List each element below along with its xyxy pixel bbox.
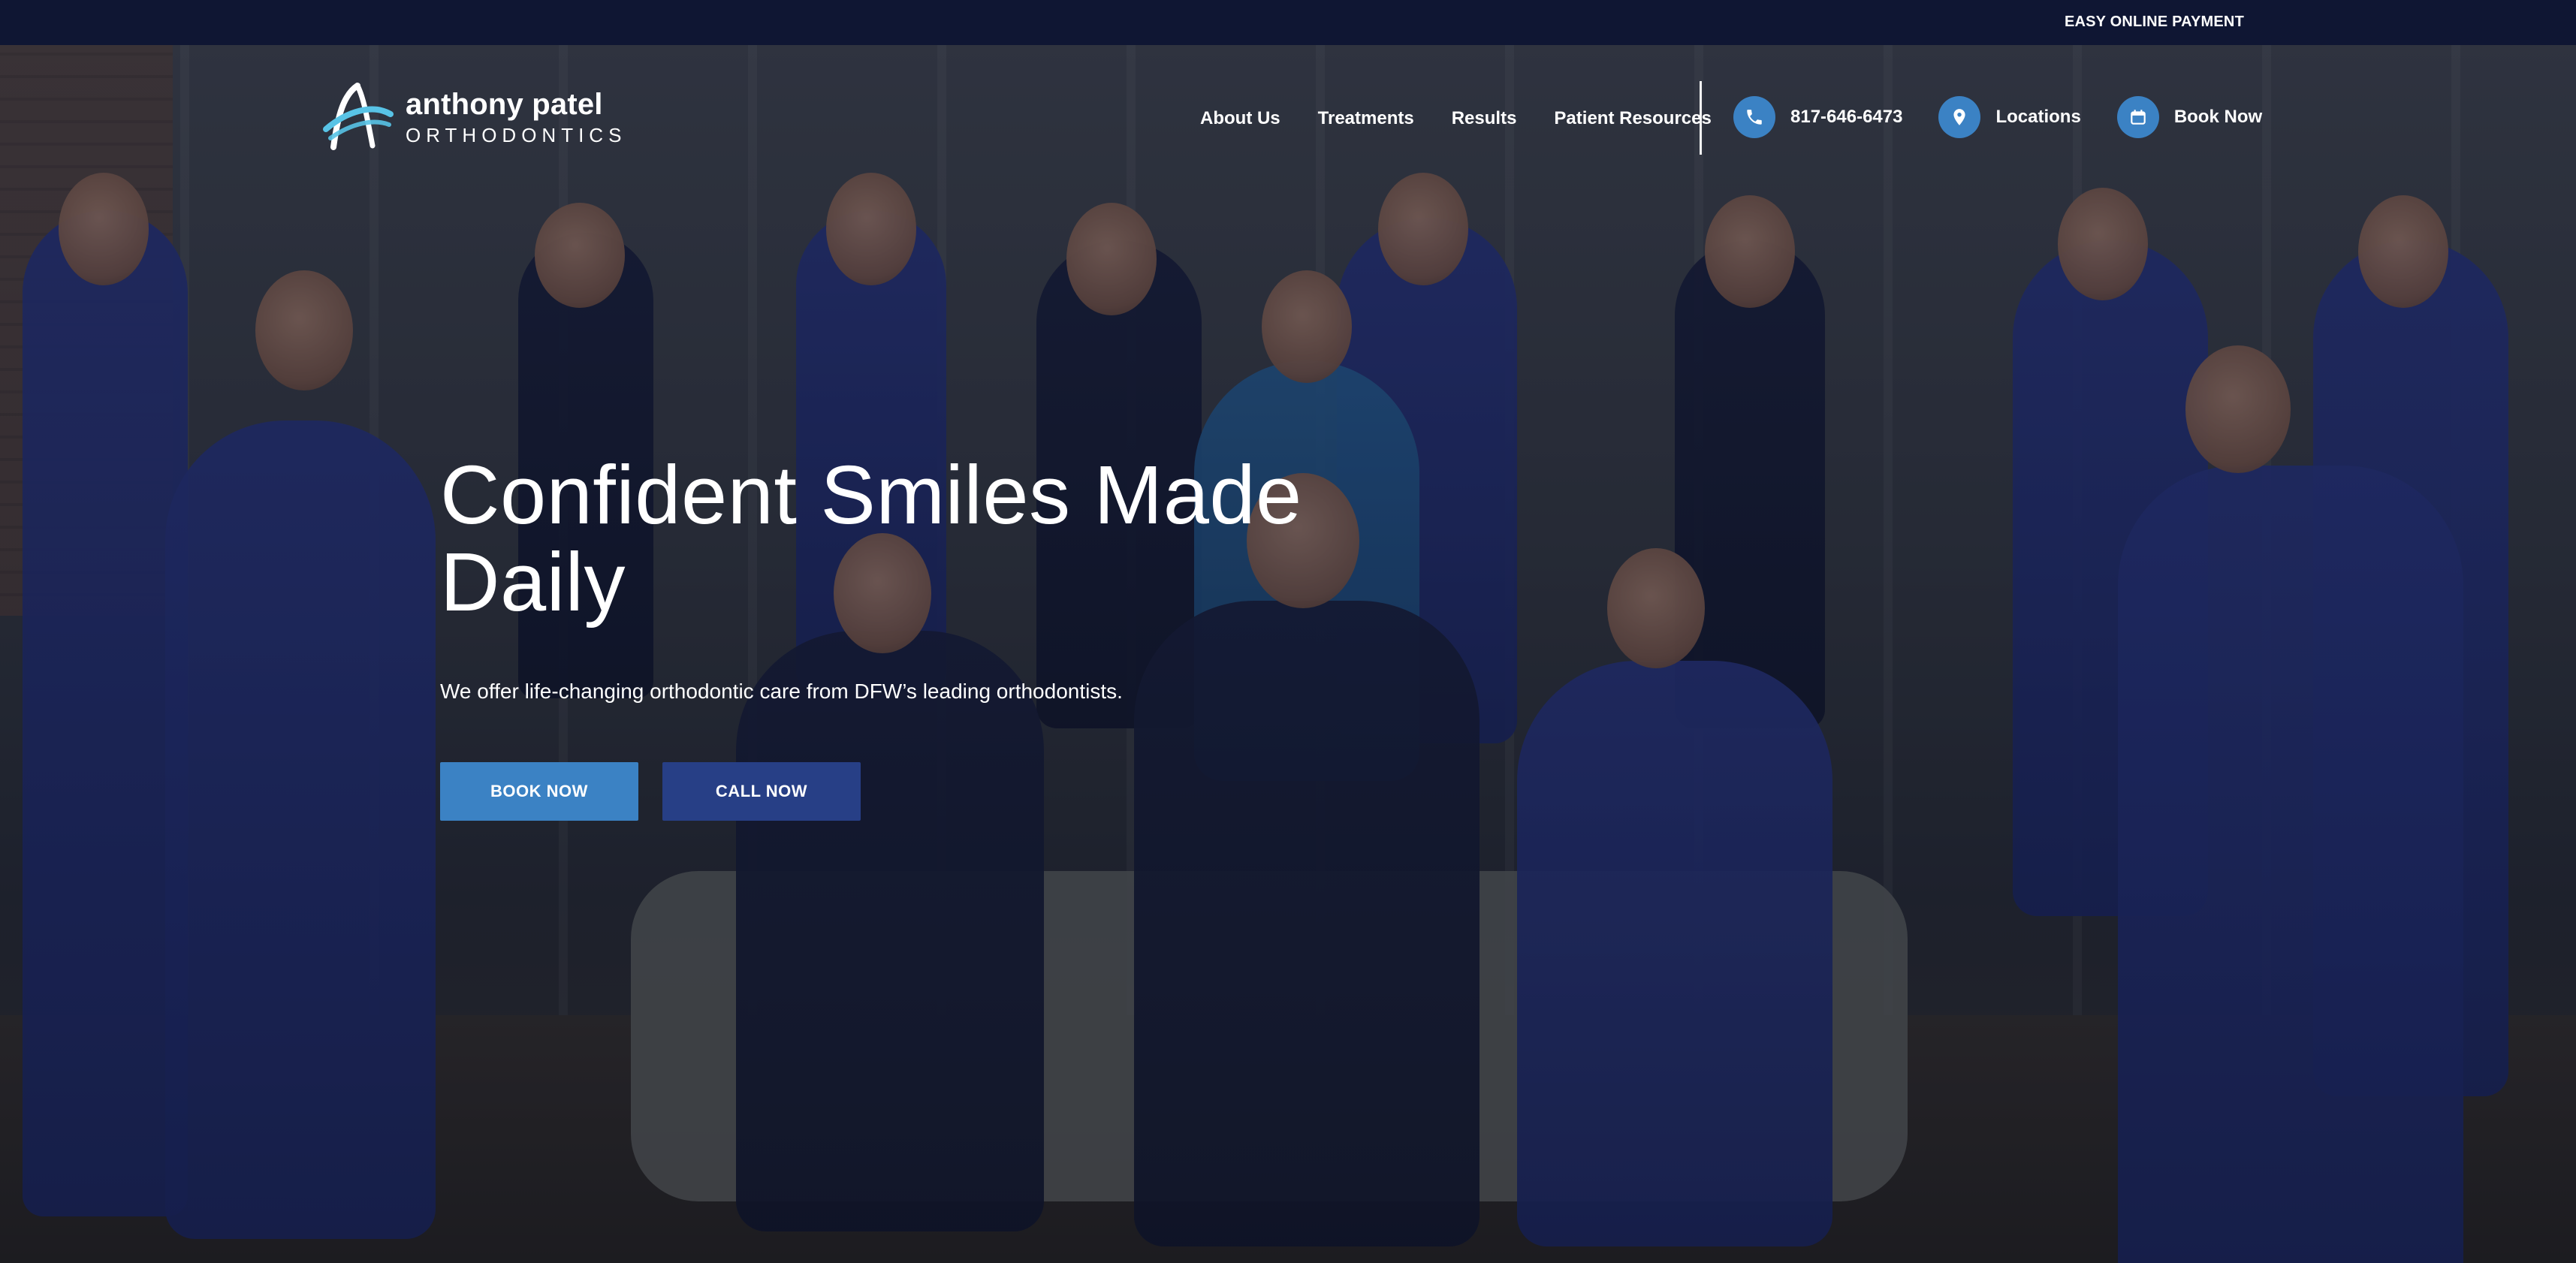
nav-about-us[interactable]: About Us: [1200, 108, 1280, 129]
phone-link[interactable]: 817-646-6473: [1733, 96, 1902, 138]
logo-subtitle: ORTHODONTICS: [406, 124, 627, 146]
locations-label: Locations: [1995, 107, 2081, 127]
nav-divider: [1700, 81, 1702, 155]
hero-title: Confident Smiles Made Daily: [440, 452, 1341, 625]
nav-patient-resources[interactable]: Patient Resources: [1554, 108, 1711, 129]
logo-mark-icon: [323, 83, 394, 150]
site-header: anthony patel ORTHODONTICS About Us Trea…: [0, 45, 2576, 188]
phone-icon: [1733, 96, 1775, 138]
hero-title-line-2: Daily: [440, 535, 626, 628]
main-nav: About Us Treatments Results Patient Reso…: [1200, 108, 1712, 129]
call-now-button[interactable]: CALL NOW: [662, 762, 861, 821]
top-utility-bar: EASY ONLINE PAYMENT: [0, 0, 2576, 45]
logo-link[interactable]: anthony patel ORTHODONTICS: [320, 81, 626, 153]
logo-name: anthony patel: [406, 88, 603, 121]
header-contact-links: 817-646-6473 Locations Book Now: [1733, 96, 2262, 138]
hero-subtitle: We offer life-changing orthodontic care …: [440, 680, 1123, 703]
book-now-label: Book Now: [2173, 107, 2263, 127]
locations-link[interactable]: Locations: [1938, 96, 2081, 138]
logo-text: anthony patel ORTHODONTICS: [406, 89, 626, 145]
hero-content: Confident Smiles Made Daily We offer lif…: [440, 452, 1341, 821]
page: EASY ONLINE PAYMENT anthony patel ORTHOD…: [0, 0, 2576, 1263]
nav-results[interactable]: Results: [1452, 108, 1517, 129]
book-now-button[interactable]: BOOK NOW: [440, 762, 638, 821]
hero-title-line-1: Confident Smiles Made: [440, 449, 1302, 541]
easy-online-payment-link[interactable]: EASY ONLINE PAYMENT: [2065, 14, 2244, 31]
map-pin-icon: [1938, 96, 1981, 138]
calendar-icon: [2116, 96, 2159, 138]
header-book-now-link[interactable]: Book Now: [2116, 96, 2263, 138]
phone-number: 817-646-6473: [1790, 107, 1903, 127]
hero-cta-row: BOOK NOW CALL NOW: [440, 762, 1341, 821]
nav-treatments[interactable]: Treatments: [1318, 108, 1414, 129]
